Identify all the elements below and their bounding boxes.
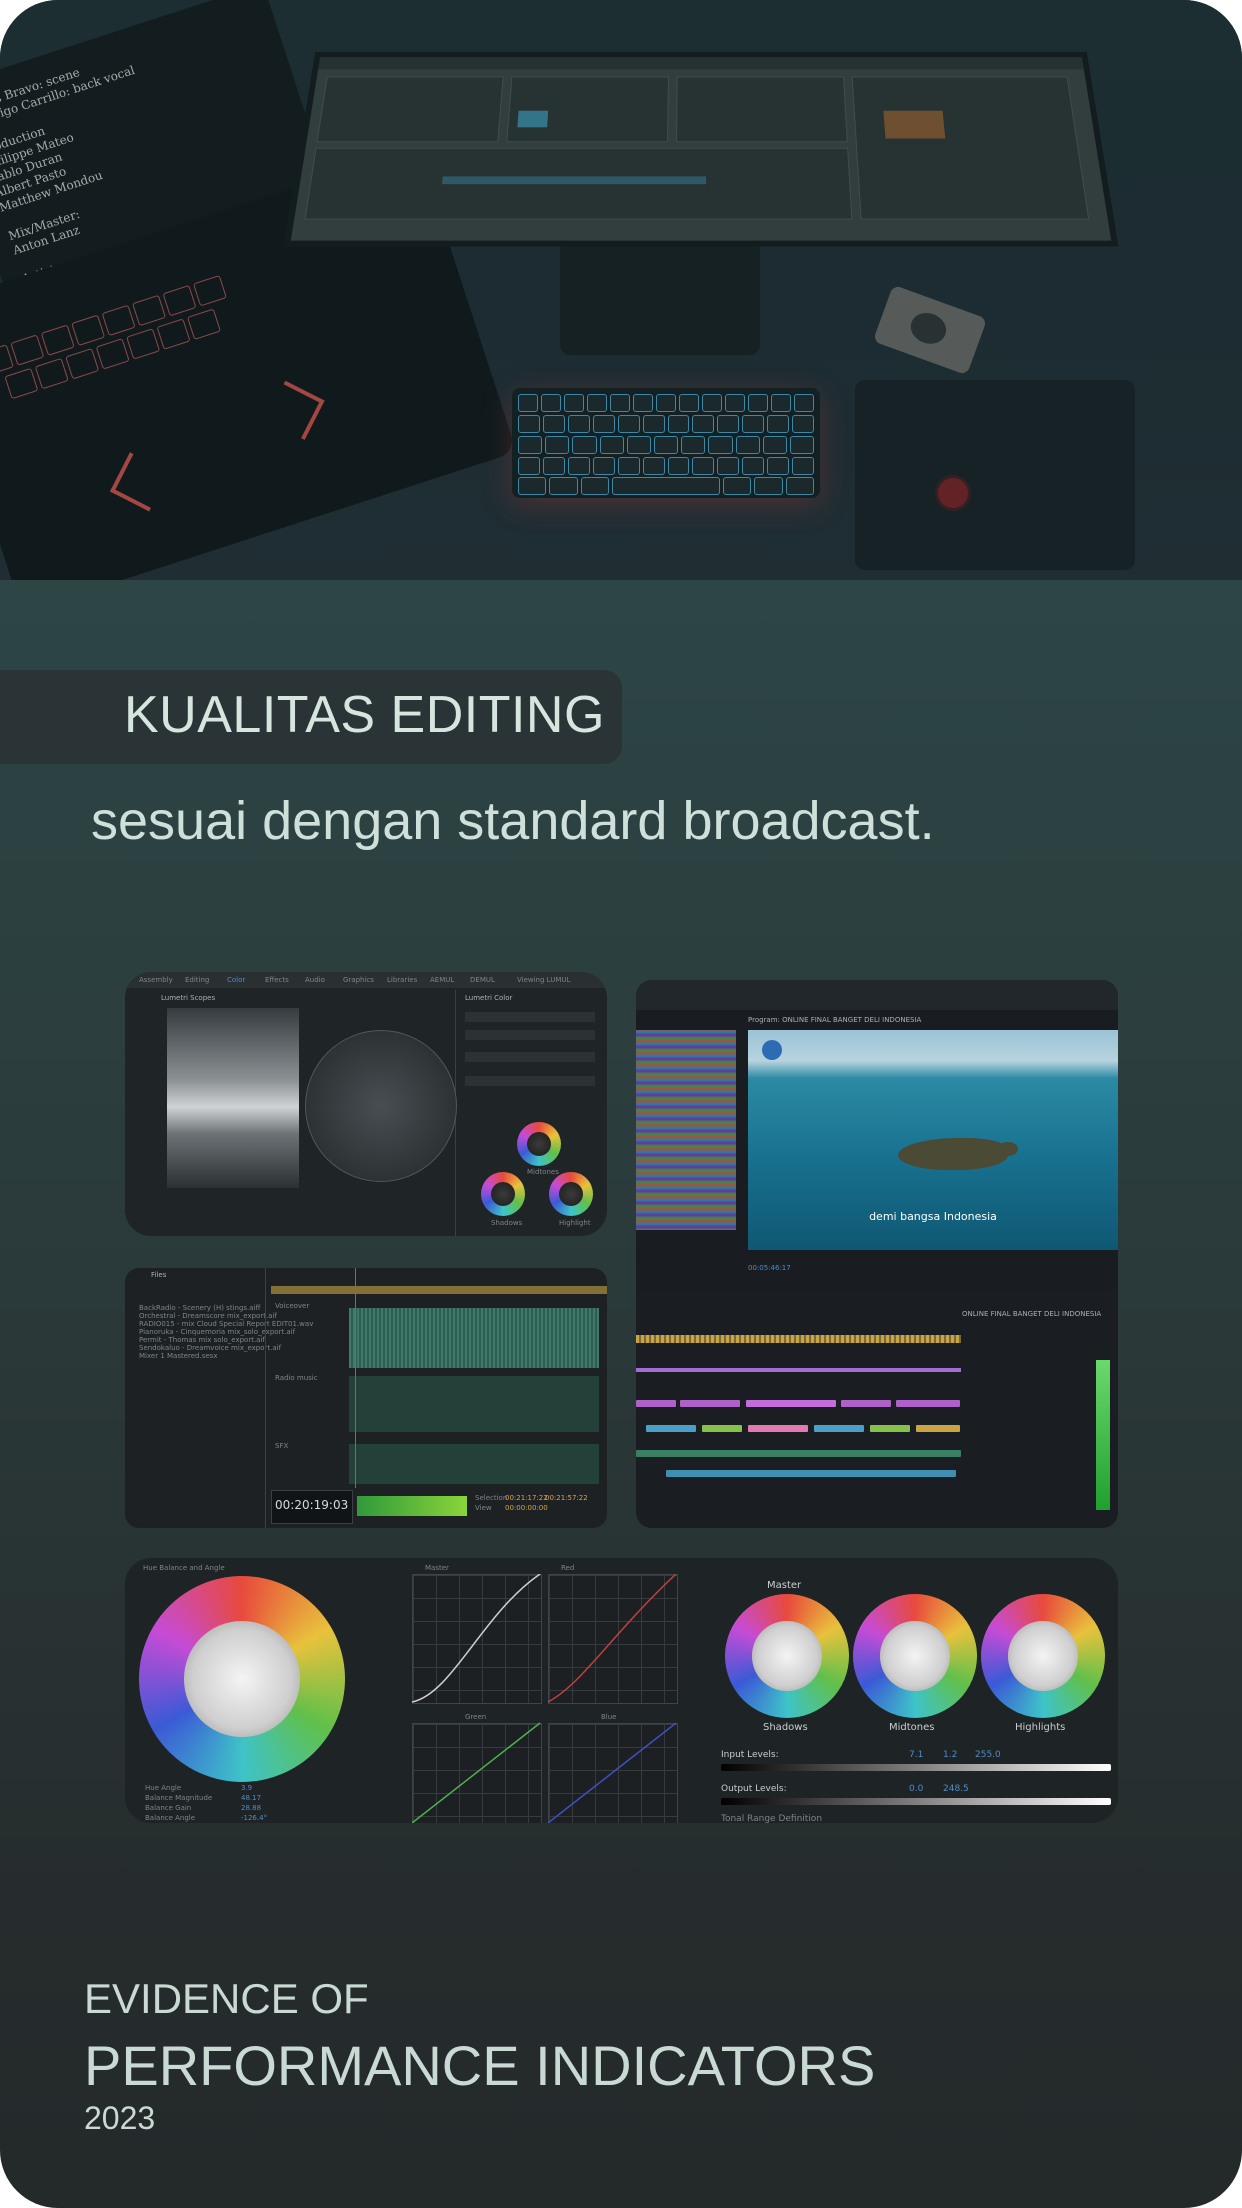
param-label: Balance Magnitude xyxy=(145,1794,213,1802)
input-level-value[interactable]: 255.0 xyxy=(975,1750,1001,1760)
wheel-group-title: Master xyxy=(767,1580,802,1591)
input-levels-slider[interactable] xyxy=(721,1764,1111,1771)
param-value[interactable]: 3.9 xyxy=(241,1784,252,1792)
midtones-wheel[interactable] xyxy=(853,1594,977,1718)
program-timecode: 00:05:46:17 xyxy=(748,1264,791,1272)
program-monitor-video: demi bangsa Indonesia xyxy=(748,1030,1118,1250)
workspace-tab: Effects xyxy=(265,976,289,984)
wheel-label: Highlight xyxy=(559,1219,591,1227)
footer-year: 2023 xyxy=(84,2100,156,2136)
track-name: Voiceover xyxy=(275,1302,310,1310)
panel-title: Lumetri Scopes xyxy=(161,994,216,1002)
monitor-title: Program: ONLINE FINAL BANGET DELI INDONE… xyxy=(748,1016,922,1024)
color-panel-title: Lumetri Color xyxy=(465,994,513,1002)
hero-photo-desk-setup: Lucas Bravo: scene Rodrigo Carrillo: bac… xyxy=(0,0,1242,580)
param-label: Hue Angle xyxy=(145,1784,182,1792)
selection-value: 00:00:00:00 xyxy=(505,1504,548,1512)
file-item[interactable]: Pianoruka - Cinquemoria mix_solo_export.… xyxy=(139,1328,295,1336)
output-levels-slider[interactable] xyxy=(721,1798,1111,1805)
output-level-value[interactable]: 248.5 xyxy=(943,1784,969,1794)
screenshot-color-grading: Hue Balance and Angle Hue Angle 3.9 Bala… xyxy=(125,1558,1118,1823)
param-label: Balance Angle xyxy=(145,1814,196,1822)
workspace-tab: Color xyxy=(227,976,246,984)
screenshot-audition-multitrack: Files BackRadio - Scenery (H) stings.aif… xyxy=(125,1268,607,1528)
track-name: SFX xyxy=(275,1442,289,1450)
footer-line-1: EVIDENCE OF xyxy=(84,1975,369,2022)
workspace-tab: AEMUL xyxy=(430,976,455,984)
wheel-label: Shadows xyxy=(763,1722,808,1733)
param-value[interactable]: -126.4° xyxy=(241,1814,267,1822)
workspace-tab: Assembly xyxy=(139,976,173,984)
param-value[interactable]: 28.88 xyxy=(241,1804,261,1812)
selection-label: View xyxy=(475,1504,492,1512)
files-panel-title: Files xyxy=(151,1271,167,1279)
output-levels-label: Output Levels: xyxy=(721,1784,787,1794)
input-level-value[interactable]: 7.1 xyxy=(909,1750,923,1760)
file-item[interactable]: RADIO015 - mix Cloud Special Report EDIT… xyxy=(139,1320,313,1328)
file-item[interactable]: Mixer 1 Mastered.sesx xyxy=(139,1352,217,1360)
highlights-wheel[interactable] xyxy=(549,1172,593,1216)
selection-value: 00:21:17:22 xyxy=(505,1494,548,1502)
param-label: Balance Gain xyxy=(145,1804,192,1812)
track-name: Radio music xyxy=(275,1374,318,1382)
wheel-label: Midtones xyxy=(889,1722,935,1733)
hue-balance-wheel[interactable] xyxy=(139,1576,345,1782)
file-item[interactable]: Orchestral - Dreamscore mix_export.aif xyxy=(139,1312,277,1320)
tonal-range-toggle[interactable]: Tonal Range Definition xyxy=(721,1814,822,1823)
workspace-tab: Audio xyxy=(305,976,325,984)
output-level-value[interactable]: 0.0 xyxy=(909,1784,923,1794)
selection-label: Selection xyxy=(475,1494,508,1502)
workspace-tab: Viewing LUMUL xyxy=(517,976,571,984)
midtones-wheel[interactable] xyxy=(517,1122,561,1166)
shadows-wheel[interactable] xyxy=(481,1172,525,1216)
screenshot-lumetri-scopes: Assembly Editing Color Effects Audio Gra… xyxy=(125,972,607,1236)
workspace-tab: Editing xyxy=(185,976,210,984)
workspace-tab: DEMUL xyxy=(470,976,495,984)
waveform-scope xyxy=(167,1008,299,1188)
screenshot-program-monitor-timeline: Program: ONLINE FINAL BANGET DELI INDONE… xyxy=(636,980,1118,1528)
param-value[interactable]: 48.17 xyxy=(241,1794,261,1802)
curve-label: Red xyxy=(561,1564,575,1572)
input-levels-label: Input Levels: xyxy=(721,1750,779,1760)
file-item[interactable]: Permit - Thomas mix solo_export.aif xyxy=(139,1336,265,1344)
workspace-tab: Graphics xyxy=(343,976,374,984)
page-subtitle: sesuai dengan standard broadcast. xyxy=(91,791,935,851)
wheel-label: Midtones xyxy=(527,1168,559,1176)
footer-line-2: PERFORMANCE INDICATORS xyxy=(84,2034,876,2097)
page-title: KUALITAS EDITING xyxy=(124,686,605,744)
file-item[interactable]: BackRadio - Scenery (H) stings.aiff xyxy=(139,1304,260,1312)
video-caption: demi bangsa Indonesia xyxy=(869,1210,997,1223)
wheel-label: Shadows xyxy=(491,1219,523,1227)
highlights-wheel[interactable] xyxy=(981,1594,1105,1718)
workspace-tab: Libraries xyxy=(387,976,418,984)
curve-lines xyxy=(412,1574,676,1823)
clip-thumbnail xyxy=(636,1030,736,1230)
input-level-value[interactable]: 1.2 xyxy=(943,1750,957,1760)
vectorscope xyxy=(305,1030,457,1182)
shadows-wheel[interactable] xyxy=(725,1594,849,1718)
selection-value: 00:21:57:22 xyxy=(545,1494,588,1502)
file-item[interactable]: Sendokaluo - Dreamvoice mix_export.aif xyxy=(139,1344,281,1352)
curve-label: Master xyxy=(425,1564,449,1572)
poster: Lucas Bravo: scene Rodrigo Carrillo: bac… xyxy=(0,0,1242,2208)
audition-timecode: 00:20:19:03 xyxy=(275,1498,349,1512)
sequence-tab[interactable]: ONLINE FINAL BANGET DELI INDONESIA xyxy=(962,1310,1101,1318)
wheel-header: Hue Balance and Angle xyxy=(143,1564,225,1572)
wheel-label: Highlights xyxy=(1015,1722,1066,1733)
